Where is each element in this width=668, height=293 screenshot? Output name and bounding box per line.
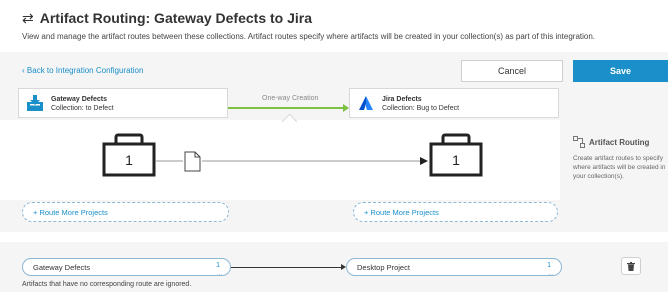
target-project-route-count: 1	[547, 262, 551, 269]
target-collection-label: Collection: Bug to Defect	[382, 105, 460, 112]
help-panel-title: Artifact Routing	[589, 137, 650, 147]
title-row: ⇄ Artifact Routing: Gateway Defects to J…	[22, 10, 312, 26]
route-more-projects-left-button[interactable]: + Route More Projects	[22, 202, 229, 222]
source-collection-label: Collection: to Defect	[51, 105, 114, 112]
save-button[interactable]: Save	[573, 60, 668, 82]
routing-canvas: 1 1	[0, 120, 560, 200]
connector-arrow-icon	[420, 157, 428, 165]
trash-icon	[627, 261, 635, 271]
help-panel-text: Create artifact routes to specify where …	[573, 155, 666, 180]
source-repository-name: Gateway Defects	[51, 96, 108, 103]
help-panel-header: Artifact Routing	[573, 136, 668, 148]
download-icon	[27, 95, 43, 111]
swap-arrows-icon: ⇄	[22, 10, 34, 26]
flow-direction-label: One-way Creation	[262, 95, 319, 102]
source-project-route-count: 1	[216, 262, 220, 269]
route-more-projects-right-button[interactable]: + Route More Projects	[353, 202, 558, 222]
action-bar: ‹ Back to Integration Configuration Canc…	[0, 60, 668, 82]
back-link-label: Back to Integration Configuration	[26, 66, 144, 75]
target-project-count: 1	[452, 152, 460, 168]
jira-logo-icon	[359, 96, 373, 110]
back-to-integration-link[interactable]: ‹ Back to Integration Configuration	[22, 66, 143, 75]
page-header: ⇄ Artifact Routing: Gateway Defects to J…	[0, 0, 668, 50]
target-project-select[interactable]: Desktop Project 1 ...	[346, 258, 562, 277]
chevron-left-icon: ‹	[22, 66, 25, 75]
unrouted-artifacts-note: Artifacts that have no corresponding rou…	[22, 281, 192, 288]
target-repository-name: Jira Defects	[382, 96, 422, 103]
target-more-icon: ...	[547, 271, 553, 277]
source-more-icon: ...	[216, 271, 222, 277]
routing-diagram: 1 1	[102, 133, 483, 177]
cancel-button[interactable]: Cancel	[461, 60, 563, 82]
help-panel: Artifact Routing Create artifact routes …	[573, 136, 668, 181]
document-icon	[184, 151, 201, 172]
source-project-select[interactable]: Gateway Defects 1 ...	[22, 258, 231, 277]
flow-line	[228, 107, 346, 109]
source-project-count: 1	[125, 152, 133, 168]
target-repository-card: Jira Defects Collection: Bug to Defect	[349, 88, 559, 118]
source-project-label: Gateway Defects	[33, 263, 91, 272]
page-title: Artifact Routing: Gateway Defects to Jir…	[39, 10, 313, 26]
page-description: View and manage the artifact routes betw…	[22, 32, 596, 41]
section-divider	[0, 232, 668, 242]
source-repository-card: Gateway Defects Collection: to Defect	[18, 88, 228, 118]
artifact-routing-icon	[573, 136, 585, 148]
target-project-label: Desktop Project	[357, 263, 410, 272]
delete-route-button[interactable]	[621, 257, 641, 275]
mapping-connector-line	[231, 267, 343, 268]
